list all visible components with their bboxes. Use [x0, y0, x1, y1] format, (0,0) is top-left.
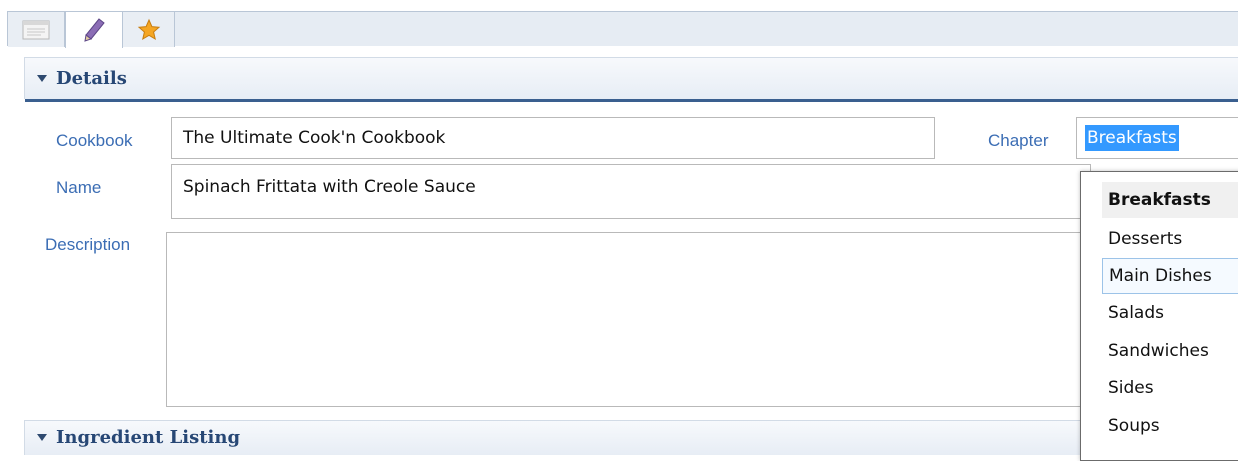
pencil-icon	[84, 18, 105, 42]
collapse-triangle-icon[interactable]	[37, 434, 47, 441]
cookbook-field[interactable]: The Ultimate Cook'n Cookbook	[171, 117, 935, 159]
tab-edit[interactable]	[65, 12, 123, 48]
details-section-header[interactable]: Details	[24, 57, 1238, 102]
chapter-option-soups[interactable]: Soups	[1102, 408, 1160, 444]
chapter-option-sides[interactable]: Sides	[1102, 370, 1154, 406]
name-label: Name	[56, 178, 102, 197]
tab-overview[interactable]	[8, 12, 65, 47]
name-field[interactable]: Spinach Frittata with Creole Sauce	[171, 164, 1091, 219]
chapter-option-desserts[interactable]: Desserts	[1102, 221, 1182, 257]
cookbook-label: Cookbook	[56, 131, 133, 150]
tab-favorites[interactable]	[123, 12, 175, 47]
details-section-title: Details	[56, 68, 127, 89]
editor-tab-strip	[7, 11, 1238, 48]
chapter-option-main-dishes[interactable]: Main Dishes	[1102, 258, 1238, 294]
chapter-label: Chapter	[988, 131, 1049, 150]
description-field[interactable]	[166, 232, 1091, 407]
chapter-option-salads[interactable]: Salads	[1102, 295, 1164, 331]
description-label: Description	[45, 235, 131, 254]
document-icon	[22, 20, 50, 39]
chapter-selected-value[interactable]: Breakfasts	[1085, 125, 1179, 151]
ingredient-listing-section-header[interactable]: Ingredient Listing	[24, 420, 1238, 455]
chapter-option-sandwiches[interactable]: Sandwiches	[1102, 333, 1209, 369]
star-icon	[137, 18, 160, 40]
chapter-option-breakfasts[interactable]: Breakfasts	[1102, 182, 1238, 218]
chapter-combo[interactable]: Breakfasts	[1076, 117, 1238, 159]
ingredient-listing-section-title: Ingredient Listing	[56, 427, 241, 448]
chapter-dropdown-list: Breakfasts Desserts Main Dishes Salads S…	[1080, 171, 1238, 461]
collapse-triangle-icon[interactable]	[37, 75, 47, 82]
